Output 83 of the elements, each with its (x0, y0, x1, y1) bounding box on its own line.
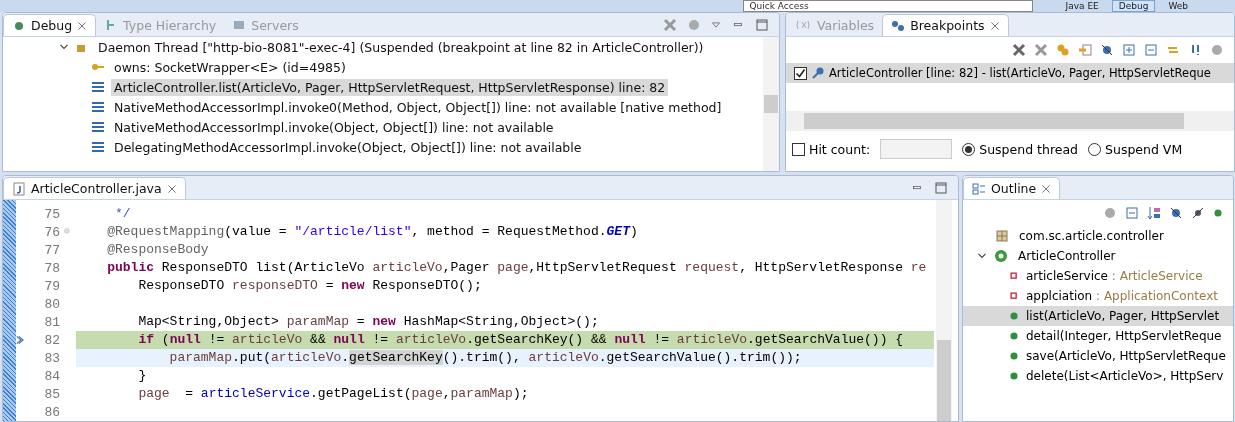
instruction-pointer-icon (16, 334, 26, 346)
skip-breakpoints-icon[interactable] (1100, 43, 1114, 57)
go-to-file-icon[interactable] (1078, 43, 1092, 57)
stack-frame-icon (91, 120, 105, 134)
radio-label: Suspend VM (1105, 141, 1183, 157)
view-tab[interactable]: Outline (963, 177, 1061, 199)
maximize-icon[interactable] (755, 18, 769, 32)
java-file-icon (12, 181, 26, 196)
view-tab[interactable]: Debug (3, 14, 97, 36)
thread-item[interactable]: Daemon Thread ["http-bio-8081"-exec-4] (Suspended (breakpoint at line 82 in ArticleController)) (95, 38, 707, 56)
breakpoint-icon (811, 66, 825, 80)
quick-access-field[interactable]: Quick Access (742, 0, 1033, 12)
outline-item[interactable]: save(ArticleVo, HttpServletReque (1026, 349, 1226, 363)
outline-item[interactable]: applciation : ApplicationContext (1026, 289, 1218, 303)
chevron-down-icon[interactable] (59, 42, 69, 52)
breakpoint-item[interactable]: ArticleController [line: 82] - list(ArticleVo, Pager, HttpServletReque (786, 63, 1234, 83)
checkbox[interactable] (794, 66, 807, 80)
stack-frame-icon (91, 100, 105, 114)
code-line: page = articleService.getPageList(page,paramMap); (137, 385, 530, 403)
radio-label: Suspend thread (979, 141, 1079, 157)
line-number: 75 (43, 206, 61, 222)
view-tab[interactable]: Breakpoints (882, 14, 1009, 36)
perspective-button[interactable]: Web (1161, 0, 1195, 12)
remove-icon[interactable] (1012, 43, 1026, 57)
code-line: } (137, 367, 148, 385)
scrollbar[interactable] (936, 200, 952, 421)
line-number: 78 (43, 260, 61, 276)
outline-item[interactable]: articleService : ArticleService (1026, 269, 1203, 283)
view-menu-icon[interactable] (711, 20, 721, 30)
perspective-button[interactable]: Java EE (1058, 0, 1106, 12)
variables-icon (794, 18, 812, 32)
line-number: 83 (43, 350, 61, 366)
outline-icon (972, 181, 986, 196)
checkbox-label: Hit count: (809, 141, 871, 157)
expand-all-icon[interactable] (1122, 43, 1136, 57)
close-icon[interactable] (166, 183, 177, 194)
stack-frame-icon (91, 140, 105, 154)
code-line: public ResponseDTO list(ArticleVo articleVo,Pager page,HttpServletRequest request, HttpServletResponse re (106, 259, 928, 277)
breakpoints-icon (891, 18, 906, 33)
checkbox[interactable] (792, 142, 805, 156)
code-line: */ (114, 205, 132, 223)
class-icon (994, 249, 1008, 263)
line-number: 76 (43, 224, 61, 240)
stack-frame-item[interactable]: NativeMethodAccessorImpl.invoke0(Method, Object, Object[]) line: not available [native method] (111, 98, 725, 116)
outline-item[interactable]: detail(Integer, HttpServletReque (1026, 329, 1222, 343)
code-line: @RequestMapping(value = "/article/list", method = RequestMethod.GET) (106, 223, 639, 241)
horizontal-scrollbar[interactable] (786, 111, 1234, 131)
code-line: ResponseDTO responseDTO = new ResponseDTO(); (137, 277, 483, 295)
line-number: 85 (43, 386, 61, 402)
scrollbar[interactable] (763, 37, 779, 171)
line-number: 80 (43, 296, 61, 312)
stack-frame-item[interactable]: DelegatingMethodAccessorImpl.invoke(Object, Object[]) line: not available (111, 138, 585, 156)
line-number: 77 (43, 242, 61, 258)
stack-frame-icon (91, 80, 105, 94)
hide-fields-icon[interactable] (1169, 206, 1183, 220)
remove-all-icon[interactable] (663, 18, 677, 32)
collapse-all-icon[interactable] (1125, 206, 1139, 220)
close-icon[interactable] (1041, 183, 1052, 194)
line-number: 81 (43, 314, 61, 330)
package-icon (995, 229, 1009, 243)
sort-icon[interactable] (1147, 206, 1161, 220)
line-number: 82 (43, 332, 61, 348)
hide-static-icon[interactable] (1191, 206, 1205, 220)
remove-all-icon[interactable] (1034, 43, 1048, 57)
stack-frame-item[interactable]: owns: SocketWrapper<E> (id=4985) (111, 58, 349, 76)
outline-item[interactable]: delete(List<ArticleVo>, HttpServ (1026, 369, 1224, 383)
close-icon[interactable] (77, 20, 88, 31)
stack-frame-item[interactable]: NativeMethodAccessorImpl.invoke(Object, Object[]) line: not available (111, 118, 557, 136)
code-line: @ResponseBody (106, 241, 210, 259)
outline-item[interactable]: com.sc.article.controller (1016, 228, 1167, 244)
public-members-icon[interactable] (1213, 208, 1223, 218)
close-icon[interactable] (989, 20, 1000, 31)
code-line: Map<String,Object> paramMap = new HashMap<String,Object>(); (137, 313, 600, 331)
line-number: 84 (43, 368, 61, 384)
perspective-button[interactable]: Debug (1111, 0, 1156, 12)
line-number: 79 (43, 278, 61, 294)
line-number: 86 (43, 404, 61, 420)
editor-tab[interactable]: ArticleController.java (3, 177, 186, 199)
collapse-all-icon[interactable] (1144, 43, 1158, 57)
maximize-icon[interactable] (934, 181, 948, 195)
stack-frame-item[interactable]: ArticleController.list(ArticleVo, Pager, HttpServletRequest, HttpServletResponse) line: 82 (111, 78, 669, 96)
chevron-down-icon[interactable] (977, 251, 987, 261)
outline-item[interactable]: ArticleController (1015, 248, 1119, 264)
